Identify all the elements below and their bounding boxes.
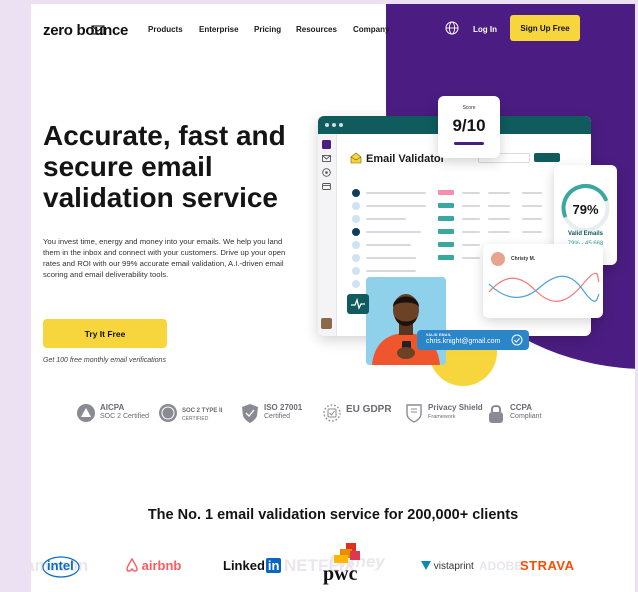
strava-text: STRAVA (520, 558, 575, 573)
soc-badge-icon (159, 404, 177, 422)
cert-name: SOC 2 TYPE II (182, 408, 223, 414)
score-value: 9/10 (452, 116, 486, 135)
cert-name: EU GDPR (346, 404, 392, 415)
person-illustration (366, 277, 446, 365)
pwc-text: pwc (323, 563, 358, 585)
envelope-logo-icon (91, 25, 105, 35)
valid-email-label: VALID EMAIL (426, 333, 452, 337)
engagement-graph-card: Christy M. (483, 244, 603, 318)
envelope-open-icon (350, 152, 362, 164)
score-card: Score 9/10 (438, 96, 500, 158)
customer-photo (366, 277, 446, 365)
top-nav: zero bounce Products Enterprise Pricing … (31, 4, 635, 52)
cert-sub: CERTIFIED (182, 416, 209, 422)
table-row (344, 189, 549, 198)
valid-emails-label: Valid Emails (567, 231, 604, 237)
score-underline (454, 142, 484, 145)
cert-sub: Certified (264, 413, 291, 420)
cert-sub: Compliant (510, 413, 542, 420)
user-avatar (321, 318, 332, 329)
nav-link-products[interactable]: Products (148, 25, 183, 34)
nav-link-enterprise[interactable]: Enterprise (199, 25, 239, 34)
check-circle-icon (511, 334, 523, 346)
client-logo-vistaprint: vistaprint (421, 561, 474, 572)
login-link[interactable]: Log In (473, 25, 497, 34)
wave-graph (488, 272, 600, 302)
cert-name: Privacy Shield (428, 403, 483, 412)
globe-icon[interactable] (445, 21, 459, 35)
logo-square-icon (322, 140, 331, 149)
cert-sub: SOC 2 Certified (100, 413, 150, 420)
mockup-title: Email Validator (366, 153, 445, 165)
valid-emails-ring (561, 184, 610, 232)
table-row (344, 215, 549, 224)
faded-logo: ADOBE (479, 559, 523, 573)
nav-link-pricing[interactable]: Pricing (254, 25, 281, 34)
clients-heading: The No. 1 email validation service for 2… (147, 507, 519, 523)
try-it-free-button[interactable]: Try It Free (43, 319, 167, 348)
privacy-shield-icon (406, 404, 422, 423)
nav-link-resources[interactable]: Resources (296, 25, 337, 34)
hero-headline: Accurate, fast and secure email validati… (43, 120, 286, 213)
pulse-icon (351, 297, 365, 310)
client-logo-pwc: pwc (322, 543, 366, 587)
gdpr-stars-icon (323, 404, 341, 422)
linkedin-badge: in (265, 558, 282, 573)
client-logo-linkedin: Linked in (223, 558, 282, 573)
hero-description: You invest time, energy and money into y… (43, 237, 286, 279)
card-icon (322, 183, 331, 190)
mockup-sidebar (318, 134, 337, 336)
vistaprint-icon (421, 561, 431, 570)
signup-button[interactable]: Sign Up Free (510, 15, 580, 41)
lock-icon (489, 405, 503, 423)
score-label: Score (462, 105, 476, 111)
client-logo-strava: STRAVA (520, 558, 575, 573)
airbnb-icon (126, 557, 138, 572)
page: zero bounce Products Enterprise Pricing … (31, 4, 635, 592)
valid-email-pill: VALID EMAIL chris.knight@gmail.com (417, 330, 529, 350)
cert-name: AICPA (100, 403, 125, 412)
target-icon (322, 168, 331, 177)
table-row (344, 202, 549, 211)
logo-text: zero bounce (43, 22, 129, 39)
vistaprint-text: vistaprint (433, 561, 474, 572)
free-verifications-note: Get 100 free monthly email verifications (43, 357, 166, 364)
cert-sub: Framework (428, 414, 456, 420)
intel-text: intel (47, 558, 74, 573)
linkedin-text: Linked (223, 558, 265, 573)
cert-name: ISO 27001 (264, 403, 303, 412)
client-logo-airbnb: airbnb (126, 557, 182, 573)
valid-email-address: chris.knight@gmail.com (426, 338, 501, 345)
mockup-add-button (534, 153, 560, 162)
iso-shield-icon (242, 404, 258, 423)
mail-icon (322, 155, 331, 162)
logo[interactable]: zero bounce (43, 22, 128, 39)
valid-percentage: 79% (572, 202, 599, 217)
airbnb-text: airbnb (141, 558, 182, 573)
cert-name: CCPA (510, 403, 533, 412)
client-logo-intel: intel (41, 555, 81, 579)
table-row (344, 228, 549, 237)
activity-badge (347, 294, 369, 314)
nav-link-company[interactable]: Company (353, 25, 389, 34)
aicpa-icon (77, 404, 95, 422)
